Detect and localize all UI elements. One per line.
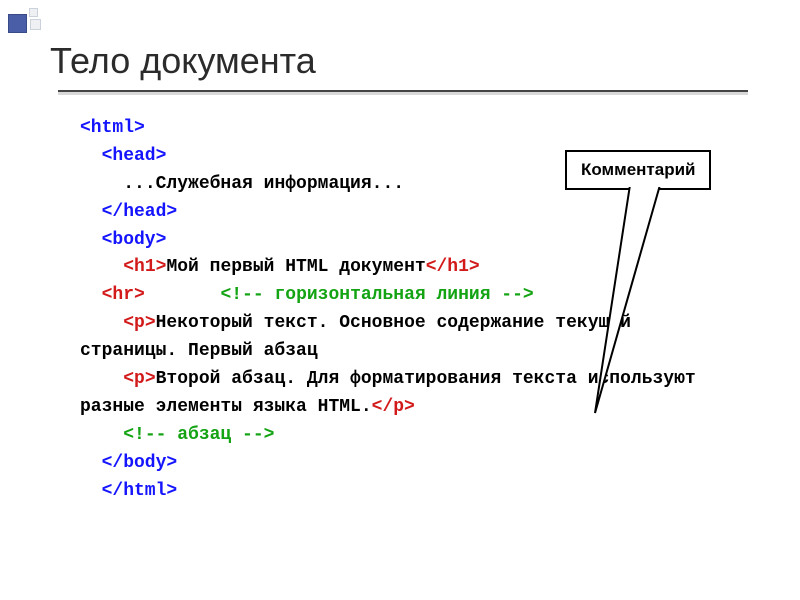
indent xyxy=(80,257,123,277)
tag-h1-open: <h1> xyxy=(123,257,166,277)
indent xyxy=(80,285,102,305)
indent xyxy=(80,425,123,445)
tag-html-open: <html> xyxy=(80,118,145,138)
slide-title: Тело документа xyxy=(50,40,316,82)
title-underline-shadow xyxy=(58,92,748,95)
tag-body-open: <body> xyxy=(80,230,166,250)
indent xyxy=(80,313,123,333)
tag-body-close: </body> xyxy=(80,453,177,473)
comment-hr: <!-- горизонтальная линия --> xyxy=(220,285,533,305)
tag-hr: <hr> xyxy=(102,285,145,305)
tag-head-close: </head> xyxy=(80,202,177,222)
tag-html-close: </html> xyxy=(80,481,177,501)
logo-squares xyxy=(8,8,44,44)
comment-abzac: <!-- абзац --> xyxy=(123,425,274,445)
callout-box: Комментарий xyxy=(565,150,711,190)
space xyxy=(145,285,221,305)
h1-text: Мой первый HTML документ xyxy=(166,257,425,277)
tag-p-open-1: <p> xyxy=(123,313,155,333)
tag-h1-close: </h1> xyxy=(426,257,480,277)
tag-p-open-2: <p> xyxy=(123,369,155,389)
head-content: ...Служебная информация... xyxy=(123,174,404,194)
tag-p-close: </p> xyxy=(372,397,415,417)
indent xyxy=(80,174,123,194)
callout-label: Комментарий xyxy=(581,160,695,179)
indent xyxy=(80,369,123,389)
paragraph-1-text: Некоторый текст. Основное содержание тек… xyxy=(80,313,642,361)
tag-head-open: <head> xyxy=(80,146,166,166)
